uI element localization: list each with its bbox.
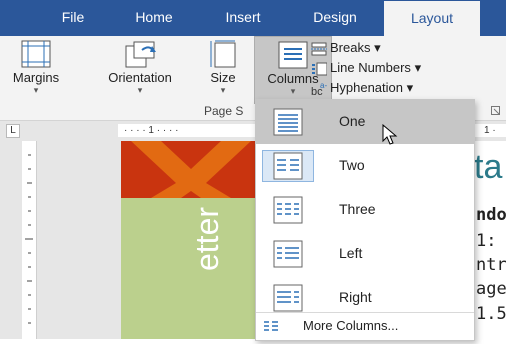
doc-line: ndo <box>476 205 506 225</box>
hyphenation-button[interactable]: bc a- Hyphenation ▾ <box>311 78 413 98</box>
tab-design[interactable]: Design <box>300 0 370 36</box>
size-icon <box>210 40 236 68</box>
svg-text:a-: a- <box>320 82 327 90</box>
chevron-down-icon: ▾ <box>33 85 39 95</box>
hyphenation-label: Hyphenation <box>330 80 403 95</box>
columns-option-label: Right <box>339 289 372 305</box>
line-numbers-icon <box>312 62 328 76</box>
dialog-launcher-icon[interactable] <box>491 106 501 116</box>
page-setup-group-label: Page S <box>204 104 244 118</box>
chevron-down-icon: ▾ <box>137 85 143 95</box>
ruler-marks: · · · · 1 · · · · <box>124 125 179 136</box>
margins-icon <box>21 40 51 68</box>
chevron-down-icon: ▾ <box>374 40 381 55</box>
line-numbers-button[interactable]: Line Numbers ▾ <box>311 58 421 78</box>
ribbon-tab-bar: File Home Insert Design Layout <box>0 0 506 37</box>
chevron-down-icon: ▾ <box>414 60 422 75</box>
breaks-button[interactable]: Breaks ▾ <box>311 38 381 58</box>
right-columns-icon <box>262 282 314 314</box>
more-columns-label: More Columns... <box>303 318 399 333</box>
chevron-down-icon: ▾ <box>406 80 414 95</box>
hyphenation-icon: bc a- <box>311 81 327 98</box>
tab-selector[interactable]: L <box>6 124 20 138</box>
orientation-icon <box>125 41 156 68</box>
breaks-icon <box>311 42 327 56</box>
columns-option-left[interactable]: Left <box>256 232 474 276</box>
more-columns-icon <box>264 321 278 331</box>
vertical-word: etter <box>189 206 225 271</box>
one-column-icon <box>262 106 314 138</box>
columns-dropdown-menu: One Two Three Left Right More Columns... <box>255 99 475 341</box>
size-button[interactable]: Size ▾ <box>200 36 246 102</box>
margins-button[interactable]: Margins ▾ <box>8 36 64 102</box>
columns-option-label: Three <box>339 201 376 217</box>
columns-icon <box>278 41 308 69</box>
line-numbers-label: Line Numbers <box>330 60 411 75</box>
breaks-label: Breaks <box>330 40 371 55</box>
columns-option-label: Two <box>339 157 365 173</box>
orientation-button[interactable]: Orientation ▾ <box>94 36 186 102</box>
tab-file[interactable]: File <box>48 0 98 36</box>
tab-home[interactable]: Home <box>120 0 188 36</box>
columns-option-one[interactable]: One <box>256 100 474 144</box>
chevron-down-icon: ▾ <box>220 85 226 95</box>
margins-label: Margins <box>12 70 60 85</box>
left-columns-icon <box>262 238 314 270</box>
tab-insert[interactable]: Insert <box>210 0 276 36</box>
more-columns-button[interactable]: More Columns... <box>256 313 474 339</box>
columns-option-label: Left <box>339 245 363 261</box>
columns-option-three[interactable]: Three <box>256 188 474 232</box>
columns-option-two[interactable]: Two <box>256 144 474 188</box>
vertical-ruler-ticks <box>25 154 33 324</box>
columns-option-label: One <box>339 113 366 129</box>
two-columns-icon <box>262 150 314 182</box>
doc-title-fragment: ta <box>474 148 503 186</box>
vertical-ruler[interactable] <box>22 141 37 339</box>
banner-graphic <box>121 141 261 198</box>
tab-layout[interactable]: Layout <box>384 0 480 37</box>
doc-line: 1: 3 <box>476 231 506 251</box>
doc-line: 1.5 <box>476 304 506 324</box>
ruler-marks: 1 · <box>484 125 496 136</box>
doc-line: ntro <box>476 255 506 275</box>
orientation-label: Orientation <box>108 70 172 85</box>
banner-pattern <box>131 141 251 198</box>
size-label: Size <box>210 70 236 85</box>
mouse-pointer-icon <box>382 124 398 145</box>
three-columns-icon <box>262 194 314 226</box>
doc-line: age <box>476 279 506 299</box>
